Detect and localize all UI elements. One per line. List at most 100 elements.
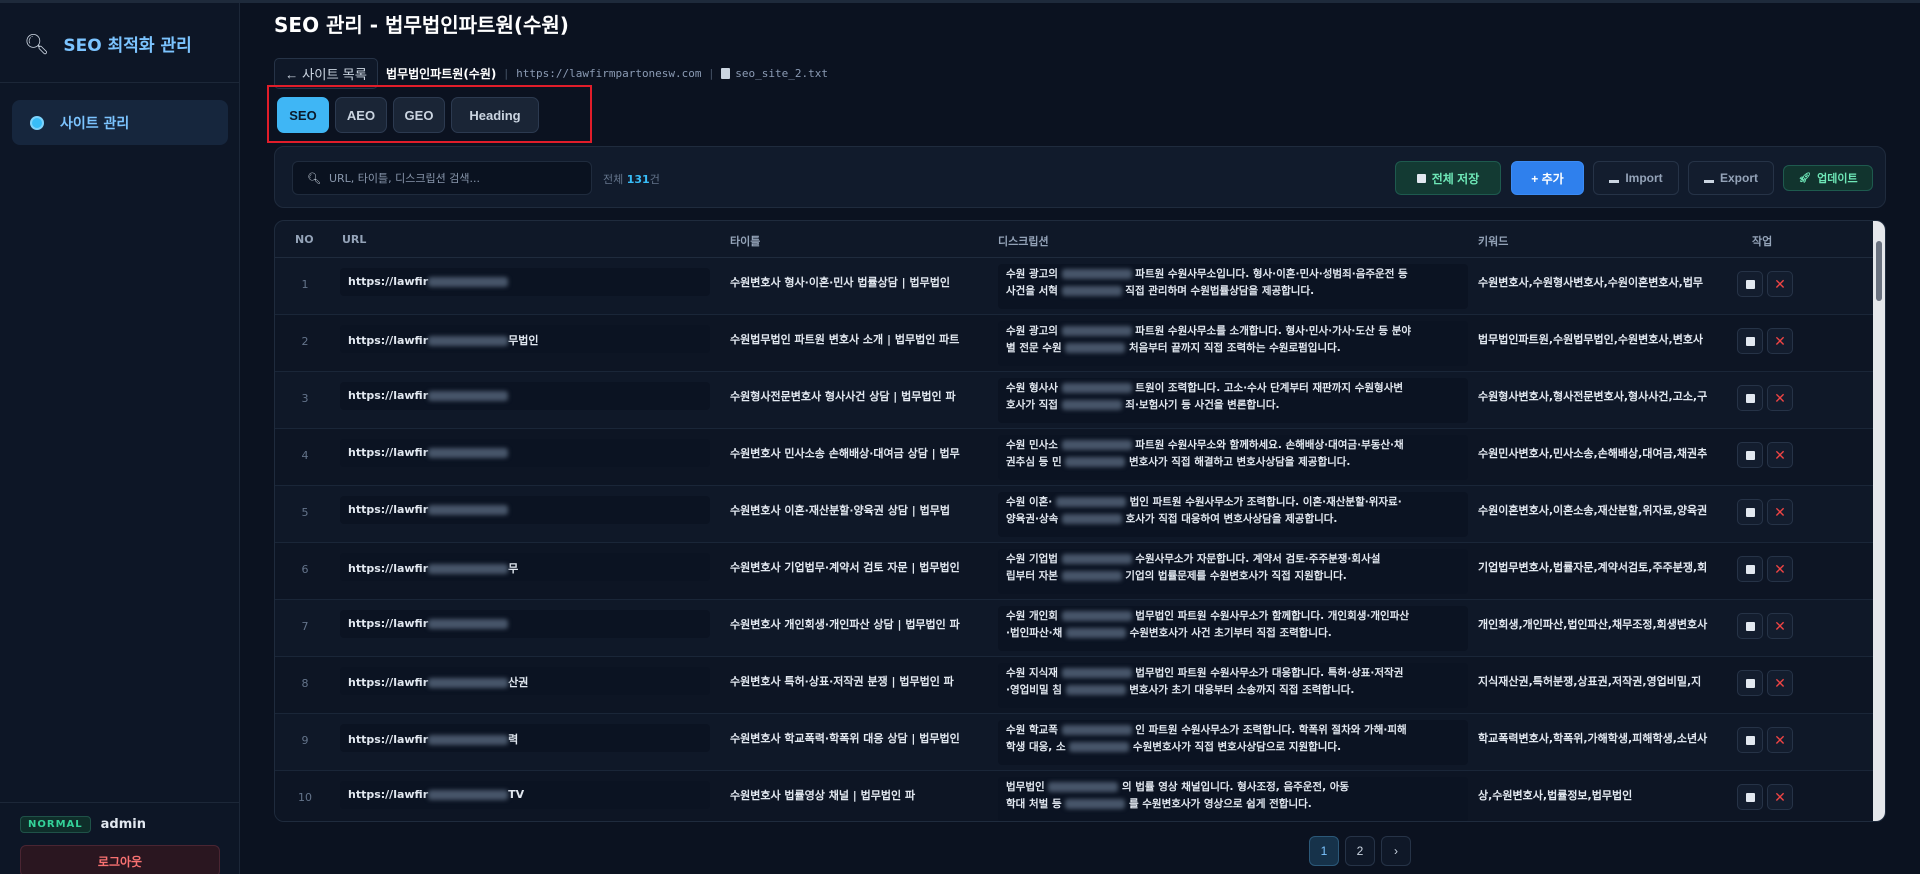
row-delete-button[interactable]: ✕ <box>1767 784 1793 810</box>
url-text: https://lawfir <box>348 389 429 402</box>
row-save-button[interactable] <box>1737 784 1763 810</box>
tab-seo[interactable]: SEO <box>277 97 329 133</box>
description-textarea[interactable]: 수원 형사사 트원이 조력합니다. 고소·수사 단계부터 재판까지 수원형사변 호… <box>998 378 1468 423</box>
title-input[interactable]: 수원형사전문변호사 형사사건 상담 | 법무법인 파 <box>730 388 985 404</box>
url-input[interactable]: https://lawfir 력 <box>340 724 710 752</box>
description-textarea[interactable]: 수원 기업법 수원사무소가 자문합니다. 계약서 검토·주주분쟁·회사설 립부터 … <box>998 549 1468 594</box>
redacted-blur <box>428 678 509 688</box>
title-input[interactable]: 수원변호사 법률영상 채널 | 법무법인 파 <box>730 787 985 803</box>
import-button[interactable]: Import <box>1593 161 1679 195</box>
desc-line2-start: 학대 처벌 등 <box>1006 798 1062 810</box>
title-input[interactable]: 수원법무법인 파트원 변호사 소개 | 법무법인 파트 <box>730 331 985 347</box>
row-delete-button[interactable]: ✕ <box>1767 385 1793 411</box>
save-all-button[interactable]: 전체 저장 <box>1395 161 1501 195</box>
row-delete-button[interactable]: ✕ <box>1767 328 1793 354</box>
update-button[interactable]: 🚀︎ 업데이트 <box>1783 165 1873 191</box>
title-input[interactable]: 수원변호사 기업법무·계약서 검토 자문 | 법무법인 <box>730 559 985 575</box>
row-delete-button[interactable]: ✕ <box>1767 442 1793 468</box>
description-textarea[interactable]: 수원 학교폭 인 파트원 수원사무소가 조력합니다. 학폭위 절차와 가해·피해… <box>998 720 1468 765</box>
row-save-button[interactable] <box>1737 385 1763 411</box>
keywords-input[interactable]: 수원형사변호사,형사전문변호사,형사사건,고소,구 <box>1478 388 1723 404</box>
description-textarea[interactable]: 수원 개인회 법무법인 파트원 수원사무소가 함께합니다. 개인회생·개인파산 ·… <box>998 606 1468 651</box>
keywords-input[interactable]: 기업법무변호사,법률자문,계약서검토,주주분쟁,회 <box>1478 559 1723 575</box>
keywords-input[interactable]: 지식재산권,특허분쟁,상표권,저작권,영업비밀,지 <box>1478 673 1723 689</box>
row-save-button[interactable] <box>1737 499 1763 525</box>
tab-heading[interactable]: Heading <box>451 97 539 133</box>
export-button[interactable]: Export <box>1688 161 1774 195</box>
redacted-blur <box>1061 400 1122 410</box>
title-input[interactable]: 수원변호사 형사·이혼·민사 법률상담 | 법무법인 <box>730 274 985 290</box>
desc-line1-start: 수원 광고의 <box>1006 325 1058 337</box>
description-textarea[interactable]: 수원 광고의 파트원 수원사무소입니다. 형사·이혼·민사·성범죄·음주운전 등… <box>998 264 1468 309</box>
url-input[interactable]: https://lawfir 산권 <box>340 667 710 695</box>
url-input[interactable]: https://lawfir 무법인 <box>340 325 710 353</box>
table-row: 9 https://lawfir 력 수원변호사 학교폭력·학폭위 대응 상담 | 법… <box>275 714 1875 771</box>
row-delete-button[interactable]: ✕ <box>1767 613 1793 639</box>
close-icon: ✕ <box>1774 275 1786 292</box>
url-input[interactable]: https://lawfir <box>340 610 710 638</box>
desc-line2-end: 변호사가 직접 해결하고 변호사상담을 제공합니다. <box>1128 456 1351 468</box>
title-input[interactable]: 수원변호사 이혼·재산분할·양육권 상담 | 법무법 <box>730 502 985 518</box>
save-icon <box>1745 621 1755 631</box>
tabs-highlight-box: SEO AEO GEO Heading <box>267 85 592 143</box>
desc-line1-end: 인 파트원 수원사무소가 조력합니다. 학폭위 절차와 가해·피해 <box>1135 724 1407 736</box>
next-page-button[interactable]: › <box>1381 836 1411 866</box>
col-title: 타이틀 <box>730 235 761 248</box>
tab-geo[interactable]: GEO <box>393 97 445 133</box>
row-save-button[interactable] <box>1737 613 1763 639</box>
add-button[interactable]: + 추가 <box>1511 161 1584 195</box>
desc-line1-start: 수원 기업법 <box>1006 553 1058 565</box>
row-save-button[interactable] <box>1737 670 1763 696</box>
title-input[interactable]: 수원변호사 학교폭력·학폭위 대응 상담 | 법무법인 <box>730 730 985 746</box>
desc-line1-end: 파트원 수원사무소와 함께하세요. 손해배상·대여금·부동산·채 <box>1135 439 1404 451</box>
sidebar-item-site-management[interactable]: 사이트 관리 <box>12 100 228 145</box>
keywords-input[interactable]: 개인회생,개인파산,법인파산,채무조정,회생변호사 <box>1478 616 1723 632</box>
row-save-button[interactable] <box>1737 328 1763 354</box>
logout-button[interactable]: 로그아웃 <box>20 845 220 874</box>
row-save-button[interactable] <box>1737 727 1763 753</box>
row-save-button[interactable] <box>1737 556 1763 582</box>
scrollbar-thumb[interactable] <box>1876 241 1882 301</box>
page-1-button[interactable]: 1 <box>1309 836 1339 866</box>
row-delete-button[interactable]: ✕ <box>1767 670 1793 696</box>
row-delete-button[interactable]: ✕ <box>1767 556 1793 582</box>
keywords-input[interactable]: 학교폭력변호사,학폭위,가해학생,피해학생,소년사 <box>1478 730 1723 746</box>
url-input[interactable]: https://lawfir TV <box>340 781 710 809</box>
table-scrollbar[interactable] <box>1873 221 1885 821</box>
url-input[interactable]: https://lawfir <box>340 496 710 524</box>
row-save-button[interactable] <box>1737 442 1763 468</box>
page-2-button[interactable]: 2 <box>1345 836 1375 866</box>
table-row: 7 https://lawfir 수원변호사 개인회생·개인파산 상담 | 법무법인… <box>275 600 1875 657</box>
keywords-input[interactable]: 수원이혼변호사,이혼소송,재산분할,위자료,양육권 <box>1478 502 1723 518</box>
keywords-input[interactable]: 상,수원변호사,법률정보,법무법인 <box>1478 787 1723 803</box>
redacted-blur <box>428 277 509 287</box>
row-delete-button[interactable]: ✕ <box>1767 499 1793 525</box>
table-row: 1 https://lawfir 수원변호사 형사·이혼·민사 법률상담 | 법무법… <box>275 258 1875 315</box>
keywords-input[interactable]: 수원변호사,수원형사변호사,수원이혼변호사,법무 <box>1478 274 1723 290</box>
keywords-input[interactable]: 법무법인파트원,수원법무법인,수원변호사,변호사 <box>1478 331 1723 347</box>
export-icon <box>1703 179 1714 183</box>
url-input[interactable]: https://lawfir 무 <box>340 553 710 581</box>
row-delete-button[interactable]: ✕ <box>1767 727 1793 753</box>
close-icon: ✕ <box>1774 389 1786 406</box>
url-text: https://lawfir <box>348 275 429 288</box>
description-textarea[interactable]: 법무법인 의 법률 영상 채널입니다. 형사조정, 음주운전, 아동 학대 처벌 … <box>998 777 1468 821</box>
description-textarea[interactable]: 수원 지식재 법무법인 파트원 수원사무소가 대응합니다. 특허·상표·저작권 ·… <box>998 663 1468 708</box>
description-textarea[interactable]: 수원 광고의 파트원 수원사무소를 소개합니다. 형사·민사·가사·도산 등 분… <box>998 321 1468 366</box>
count-suffix: 건 <box>649 173 660 186</box>
search-input[interactable] <box>328 171 589 185</box>
url-input[interactable]: https://lawfir <box>340 439 710 467</box>
title-input[interactable]: 수원변호사 특허·상표·저작권 분쟁 | 법무법인 파 <box>730 673 985 689</box>
url-input[interactable]: https://lawfir <box>340 382 710 410</box>
title-input[interactable]: 수원변호사 개인회생·개인파산 상담 | 법무법인 파 <box>730 616 985 632</box>
row-number: 4 <box>301 449 309 462</box>
url-input[interactable]: https://lawfir <box>340 268 710 296</box>
keywords-input[interactable]: 수원민사변호사,민사소송,손해배상,대여금,채권추 <box>1478 445 1723 461</box>
row-save-button[interactable] <box>1737 271 1763 297</box>
desc-line1-start: 수원 광고의 <box>1006 268 1058 280</box>
title-input[interactable]: 수원변호사 민사소송 손해배상·대여금 상담 | 법무 <box>730 445 985 461</box>
row-delete-button[interactable]: ✕ <box>1767 271 1793 297</box>
description-textarea[interactable]: 수원 민사소 파트원 수원사무소와 함께하세요. 손해배상·대여금·부동산·채 권… <box>998 435 1468 480</box>
tab-aeo[interactable]: AEO <box>335 97 387 133</box>
description-textarea[interactable]: 수원 이혼· 법인 파트원 수원사무소가 조력합니다. 이혼·재산분할·위자료·… <box>998 492 1468 537</box>
